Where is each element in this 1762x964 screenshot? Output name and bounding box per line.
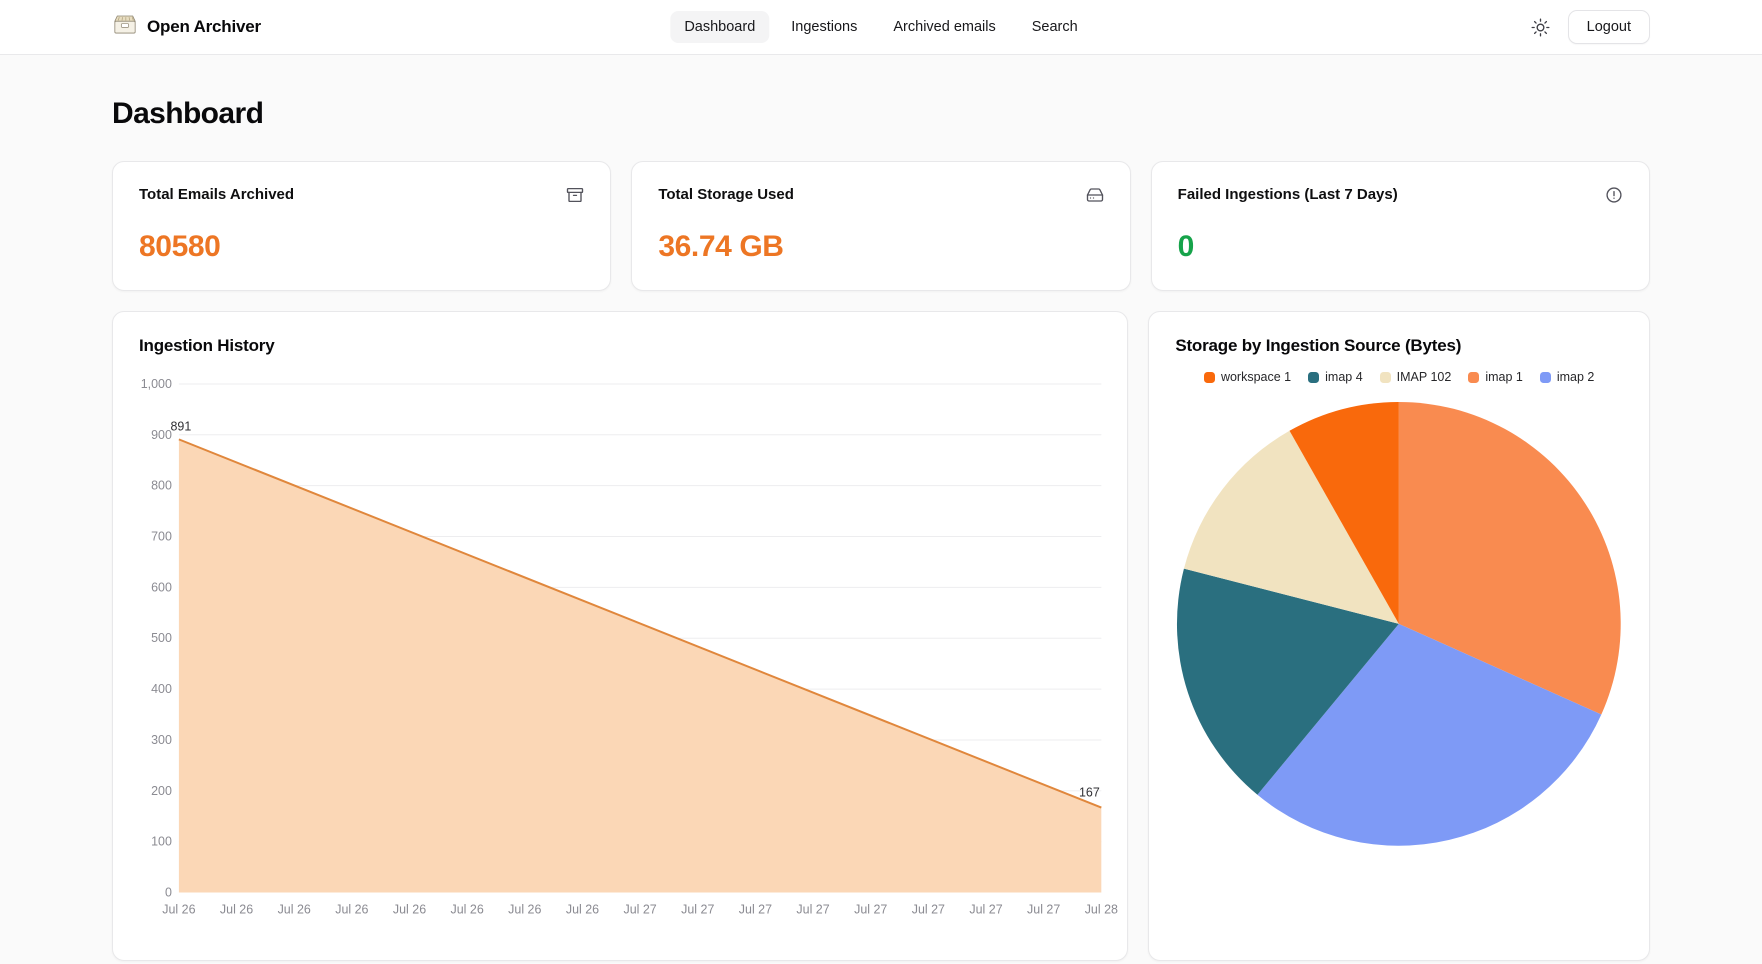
svg-text:0: 0: [165, 886, 172, 900]
archive-icon: [566, 186, 584, 204]
nav-item-ingestions[interactable]: Ingestions: [777, 11, 871, 43]
theme-toggle-button[interactable]: [1531, 18, 1550, 37]
svg-text:500: 500: [151, 631, 172, 645]
legend-item[interactable]: imap 4: [1308, 370, 1363, 384]
legend-label: IMAP 102: [1397, 370, 1452, 384]
stat-card-failed-ingestions: Failed Ingestions (Last 7 Days) 0: [1151, 161, 1650, 291]
svg-text:1,000: 1,000: [141, 377, 172, 391]
dashboard-page: Dashboard Total Emails Archived 80580 To…: [112, 97, 1650, 961]
legend-swatch: [1380, 372, 1391, 383]
stat-value: 80580: [139, 230, 584, 264]
stat-value: 36.74 GB: [658, 230, 1103, 264]
svg-text:300: 300: [151, 733, 172, 747]
legend-item[interactable]: IMAP 102: [1380, 370, 1452, 384]
stat-title: Total Storage Used: [658, 186, 794, 203]
storage-by-source-card: Storage by Ingestion Source (Bytes) work…: [1148, 311, 1650, 961]
logout-button[interactable]: Logout: [1568, 10, 1650, 44]
stat-value: 0: [1178, 230, 1623, 264]
app-header: Open Archiver Dashboard Ingestions Archi…: [0, 0, 1762, 55]
ingestion-history-card: Ingestion History 0 100 200 300 400 500 600 700…: [112, 311, 1128, 961]
svg-text:Jul 26: Jul 26: [278, 902, 311, 916]
svg-text:Jul 27: Jul 27: [796, 902, 829, 916]
legend-item[interactable]: imap 1: [1468, 370, 1523, 384]
svg-text:167: 167: [1079, 786, 1100, 800]
svg-text:200: 200: [151, 784, 172, 798]
svg-text:600: 600: [151, 580, 172, 594]
svg-text:Jul 26: Jul 26: [162, 902, 195, 916]
alert-circle-icon: [1605, 186, 1623, 204]
stat-cards-row: Total Emails Archived 80580 Total Storag…: [112, 161, 1650, 291]
svg-text:Jul 26: Jul 26: [451, 902, 484, 916]
charts-row: Ingestion History 0 100 200 300 400 500 600 700…: [112, 311, 1650, 961]
brand[interactable]: Open Archiver: [112, 12, 261, 42]
legend-swatch: [1204, 372, 1215, 383]
main-nav: Dashboard Ingestions Archived emails Sea…: [670, 11, 1091, 43]
svg-text:400: 400: [151, 682, 172, 696]
brand-title: Open Archiver: [147, 17, 261, 37]
nav-item-archived-emails[interactable]: Archived emails: [879, 11, 1009, 43]
legend-label: imap 1: [1485, 370, 1523, 384]
ingestion-history-title: Ingestion History: [139, 336, 1101, 356]
svg-text:Jul 26: Jul 26: [393, 902, 426, 916]
legend-swatch: [1308, 372, 1319, 383]
svg-text:Jul 27: Jul 27: [854, 902, 887, 916]
svg-text:700: 700: [151, 530, 172, 544]
legend-label: imap 4: [1325, 370, 1363, 384]
legend-swatch: [1540, 372, 1551, 383]
stat-title: Failed Ingestions (Last 7 Days): [1178, 186, 1398, 203]
svg-text:800: 800: [151, 479, 172, 493]
svg-text:Jul 27: Jul 27: [969, 902, 1002, 916]
pie-legend: workspace 1 imap 4 IMAP 102 imap 1 imap 2: [1175, 370, 1623, 384]
svg-text:Jul 27: Jul 27: [1027, 902, 1060, 916]
svg-text:Jul 27: Jul 27: [739, 902, 772, 916]
brand-logo-icon: [112, 12, 138, 42]
svg-text:Jul 28: Jul 28: [1085, 902, 1118, 916]
svg-text:100: 100: [151, 835, 172, 849]
svg-text:Jul 26: Jul 26: [335, 902, 368, 916]
stat-title: Total Emails Archived: [139, 186, 294, 203]
storage-pie-title: Storage by Ingestion Source (Bytes): [1175, 336, 1623, 356]
legend-swatch: [1468, 372, 1479, 383]
nav-item-search[interactable]: Search: [1018, 11, 1092, 43]
svg-text:Jul 26: Jul 26: [508, 902, 541, 916]
storage-pie-chart: [1175, 400, 1623, 848]
svg-text:891: 891: [171, 419, 192, 433]
svg-text:900: 900: [151, 428, 172, 442]
svg-text:Jul 27: Jul 27: [912, 902, 945, 916]
stat-card-total-storage: Total Storage Used 36.74 GB: [631, 161, 1130, 291]
svg-text:Jul 26: Jul 26: [220, 902, 253, 916]
ingestion-history-chart: 0 100 200 300 400 500 600 700 800 900 1,000 Jul 26 J…: [139, 366, 1101, 936]
legend-label: imap 2: [1557, 370, 1595, 384]
page-title: Dashboard: [112, 97, 1650, 131]
svg-text:Jul 27: Jul 27: [623, 902, 656, 916]
sun-icon: [1531, 18, 1550, 37]
legend-label: workspace 1: [1221, 370, 1291, 384]
nav-item-dashboard[interactable]: Dashboard: [670, 11, 769, 43]
legend-item[interactable]: imap 2: [1540, 370, 1595, 384]
hard-drive-icon: [1086, 186, 1104, 204]
legend-item[interactable]: workspace 1: [1204, 370, 1291, 384]
svg-text:Jul 26: Jul 26: [566, 902, 599, 916]
svg-text:Jul 27: Jul 27: [681, 902, 714, 916]
stat-card-total-emails: Total Emails Archived 80580: [112, 161, 611, 291]
